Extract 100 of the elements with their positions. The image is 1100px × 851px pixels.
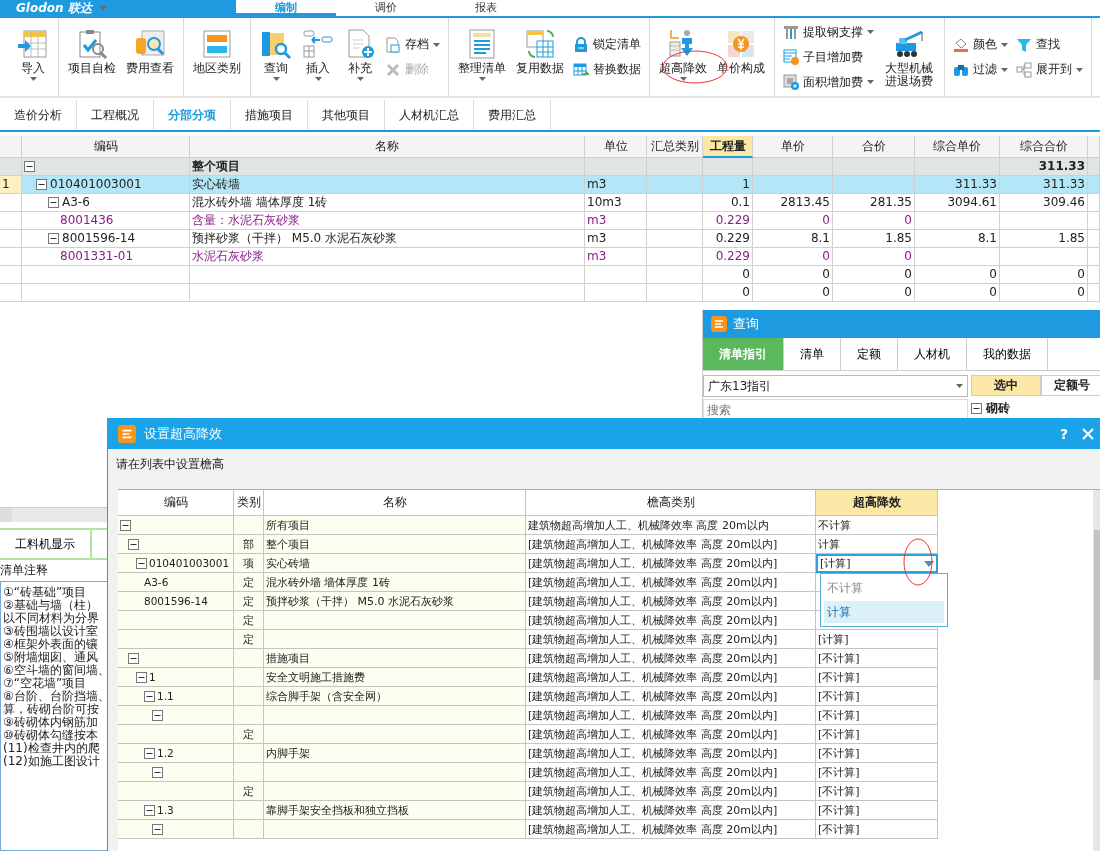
ribbon-tab[interactable]: 报表: [436, 0, 536, 16]
toolbar-button[interactable]: 提取钢支撑: [781, 22, 876, 42]
toolbar-button[interactable]: 大型机械进退场费: [880, 22, 938, 92]
panel-icon: [201, 28, 233, 60]
ribbon-tab[interactable]: 调价: [336, 0, 436, 16]
collapse-icon[interactable]: [152, 766, 163, 778]
table-cell: 0: [822, 266, 830, 283]
toolbar-button[interactable]: 锁定清单: [571, 35, 643, 54]
table-cell: 309.46: [1043, 194, 1085, 211]
toolbar-button[interactable]: 查找: [1014, 35, 1085, 54]
table-cell: 所有项目: [264, 516, 526, 535]
table-row[interactable]: 1 010401003001 实心砖墙 m3 1 311.33 311.33: [0, 176, 1100, 194]
toolbar-button[interactable]: 存档: [383, 35, 442, 54]
toolbar-button[interactable]: 地区类别: [190, 22, 244, 92]
vertical-scrollbar[interactable]: [1093, 490, 1100, 851]
toolbar-button[interactable]: 颜色: [951, 35, 1010, 54]
dropdown-option[interactable]: 计算: [824, 601, 944, 623]
toolbar-button[interactable]: 超高降效: [656, 22, 710, 92]
toolbar-button[interactable]: 复用数据: [513, 22, 567, 92]
table-cell: 定: [234, 782, 264, 801]
column-header[interactable]: 超高降效: [816, 490, 938, 516]
table-cell: 1.3: [157, 804, 174, 816]
collapse-icon[interactable]: [152, 823, 163, 835]
collapse-icon[interactable]: [144, 804, 155, 816]
note-line: ⑦“空花墙”项目: [3, 677, 88, 690]
table-row[interactable]: A3-6 混水砖外墙 墙体厚度 1砖 10m3 0.1 2813.45 281.35 3094.61 309.46: [0, 194, 1100, 212]
caret-icon: [867, 30, 874, 34]
column-header[interactable]: 名称: [264, 490, 526, 516]
toolbar-button[interactable]: 导入: [14, 22, 52, 92]
collapse-icon[interactable]: [144, 690, 155, 702]
note-line: 算，砖砌台阶可按: [3, 703, 100, 716]
table-cell: 311.33: [1043, 176, 1085, 193]
lock-icon: [573, 36, 589, 53]
collapse-icon[interactable]: [144, 747, 155, 759]
caret-icon: [314, 77, 322, 81]
table-cell: 0: [904, 212, 912, 229]
toolbar-button[interactable]: 子目增加费: [781, 47, 876, 67]
toolbar-button[interactable]: 查询: [257, 22, 295, 92]
collapse-icon[interactable]: [152, 709, 163, 721]
column-header[interactable]: 编码: [118, 490, 234, 516]
guide-dropdown[interactable]: 广东13指引: [703, 375, 968, 397]
table-row[interactable]: 0 0 0 0 0: [0, 284, 1100, 302]
close-icon[interactable]: [1082, 428, 1094, 440]
table-cell: 含量：水泥石灰砂浆: [192, 212, 300, 229]
toolbar-button[interactable]: 项目自检: [65, 22, 119, 92]
toolbar-button[interactable]: 过滤: [951, 60, 1010, 79]
caret-icon[interactable]: [956, 384, 963, 388]
collapse-icon[interactable]: [24, 161, 35, 172]
collapse-icon[interactable]: [136, 557, 147, 569]
table-cell: 整个项目: [264, 535, 526, 554]
tree-item[interactable]: 砌砖: [986, 400, 1010, 417]
table-cell: [不计算]: [816, 820, 938, 839]
table-cell: 0: [904, 248, 912, 265]
save-icon: [385, 36, 401, 53]
table-cell: A3-6: [118, 573, 234, 592]
collapse-icon[interactable]: [128, 538, 139, 550]
toolbar-button[interactable]: 面积增加费: [781, 72, 876, 92]
table-cell: 预拌砂浆（干拌） M5.0 水泥石灰砂浆: [192, 230, 398, 247]
table-cell: [建筑物超高增加人工、机械降效率 高度 20m以内]: [526, 630, 816, 649]
table-cell: 项: [234, 554, 264, 573]
table-row[interactable]: 0 0 0 0 0: [0, 266, 1100, 284]
dialog-title: 设置超高降效: [144, 425, 222, 443]
toolbar-button[interactable]: 单价构成: [714, 22, 768, 92]
toolbar-button[interactable]: 插入: [299, 22, 337, 92]
toolbar-button[interactable]: 费用查看: [123, 22, 177, 92]
collapse-icon[interactable]: [120, 519, 131, 531]
collapse-icon[interactable]: [136, 671, 147, 683]
toolbar-button[interactable]: 补充: [341, 22, 379, 92]
collapse-icon[interactable]: [48, 233, 59, 244]
note-line: ③砖围墙以设计室: [3, 625, 99, 638]
column-header[interactable]: 类别: [234, 490, 264, 516]
table-row[interactable]: 8001436 含量：水泥石灰砂浆 m3 0.229 0 0: [0, 212, 1100, 230]
column-header[interactable]: 工程量: [703, 136, 753, 158]
table-cell: 预拌砂浆（干拌） M5.0 水泥石灰砂浆: [264, 592, 526, 611]
toolbar-button[interactable]: 整理清单: [455, 22, 509, 92]
collapse-icon[interactable]: [48, 197, 59, 208]
toolbar-button[interactable]: 展开到: [1014, 60, 1085, 79]
collapse-icon[interactable]: [128, 652, 139, 664]
table-row[interactable]: 整个项目 311.33: [0, 158, 1100, 176]
table-cell: [不计算]: [816, 649, 938, 668]
collapse-icon[interactable]: [971, 403, 982, 414]
row-header[interactable]: 1: [0, 176, 22, 194]
table-import-icon: [17, 28, 49, 60]
toolbar-button[interactable]: 替换数据: [571, 60, 643, 79]
copy-table-icon: [524, 28, 556, 60]
table-cell: 整个项目: [192, 158, 240, 175]
caret-icon[interactable]: [924, 560, 934, 567]
table-cell: 8.1: [977, 230, 997, 247]
note-line: ④框架外表面的镶: [3, 638, 99, 651]
table-cell: [建筑物超高增加人工、机械降效率 高度 20m以内]: [526, 744, 816, 763]
table-row[interactable]: 8001596-14 预拌砂浆（干拌） M5.0 水泥石灰砂浆 m3 0.229 8.1 1.85 8.1 1.85: [0, 230, 1100, 248]
column-header[interactable]: 檐高类别: [526, 490, 816, 516]
table-row[interactable]: 8001331-01 水泥石灰砂浆 m3 0.229 0 0: [0, 248, 1100, 266]
column-header[interactable]: 选中: [971, 375, 1041, 396]
collapse-icon[interactable]: [36, 179, 47, 190]
column-header[interactable]: 定额号: [1041, 375, 1100, 396]
caret-icon: [29, 77, 37, 81]
value-dropdown[interactable]: [计算]: [816, 554, 938, 573]
search-field[interactable]: 搜索: [703, 399, 968, 421]
yuan-coin-icon: [725, 28, 757, 60]
